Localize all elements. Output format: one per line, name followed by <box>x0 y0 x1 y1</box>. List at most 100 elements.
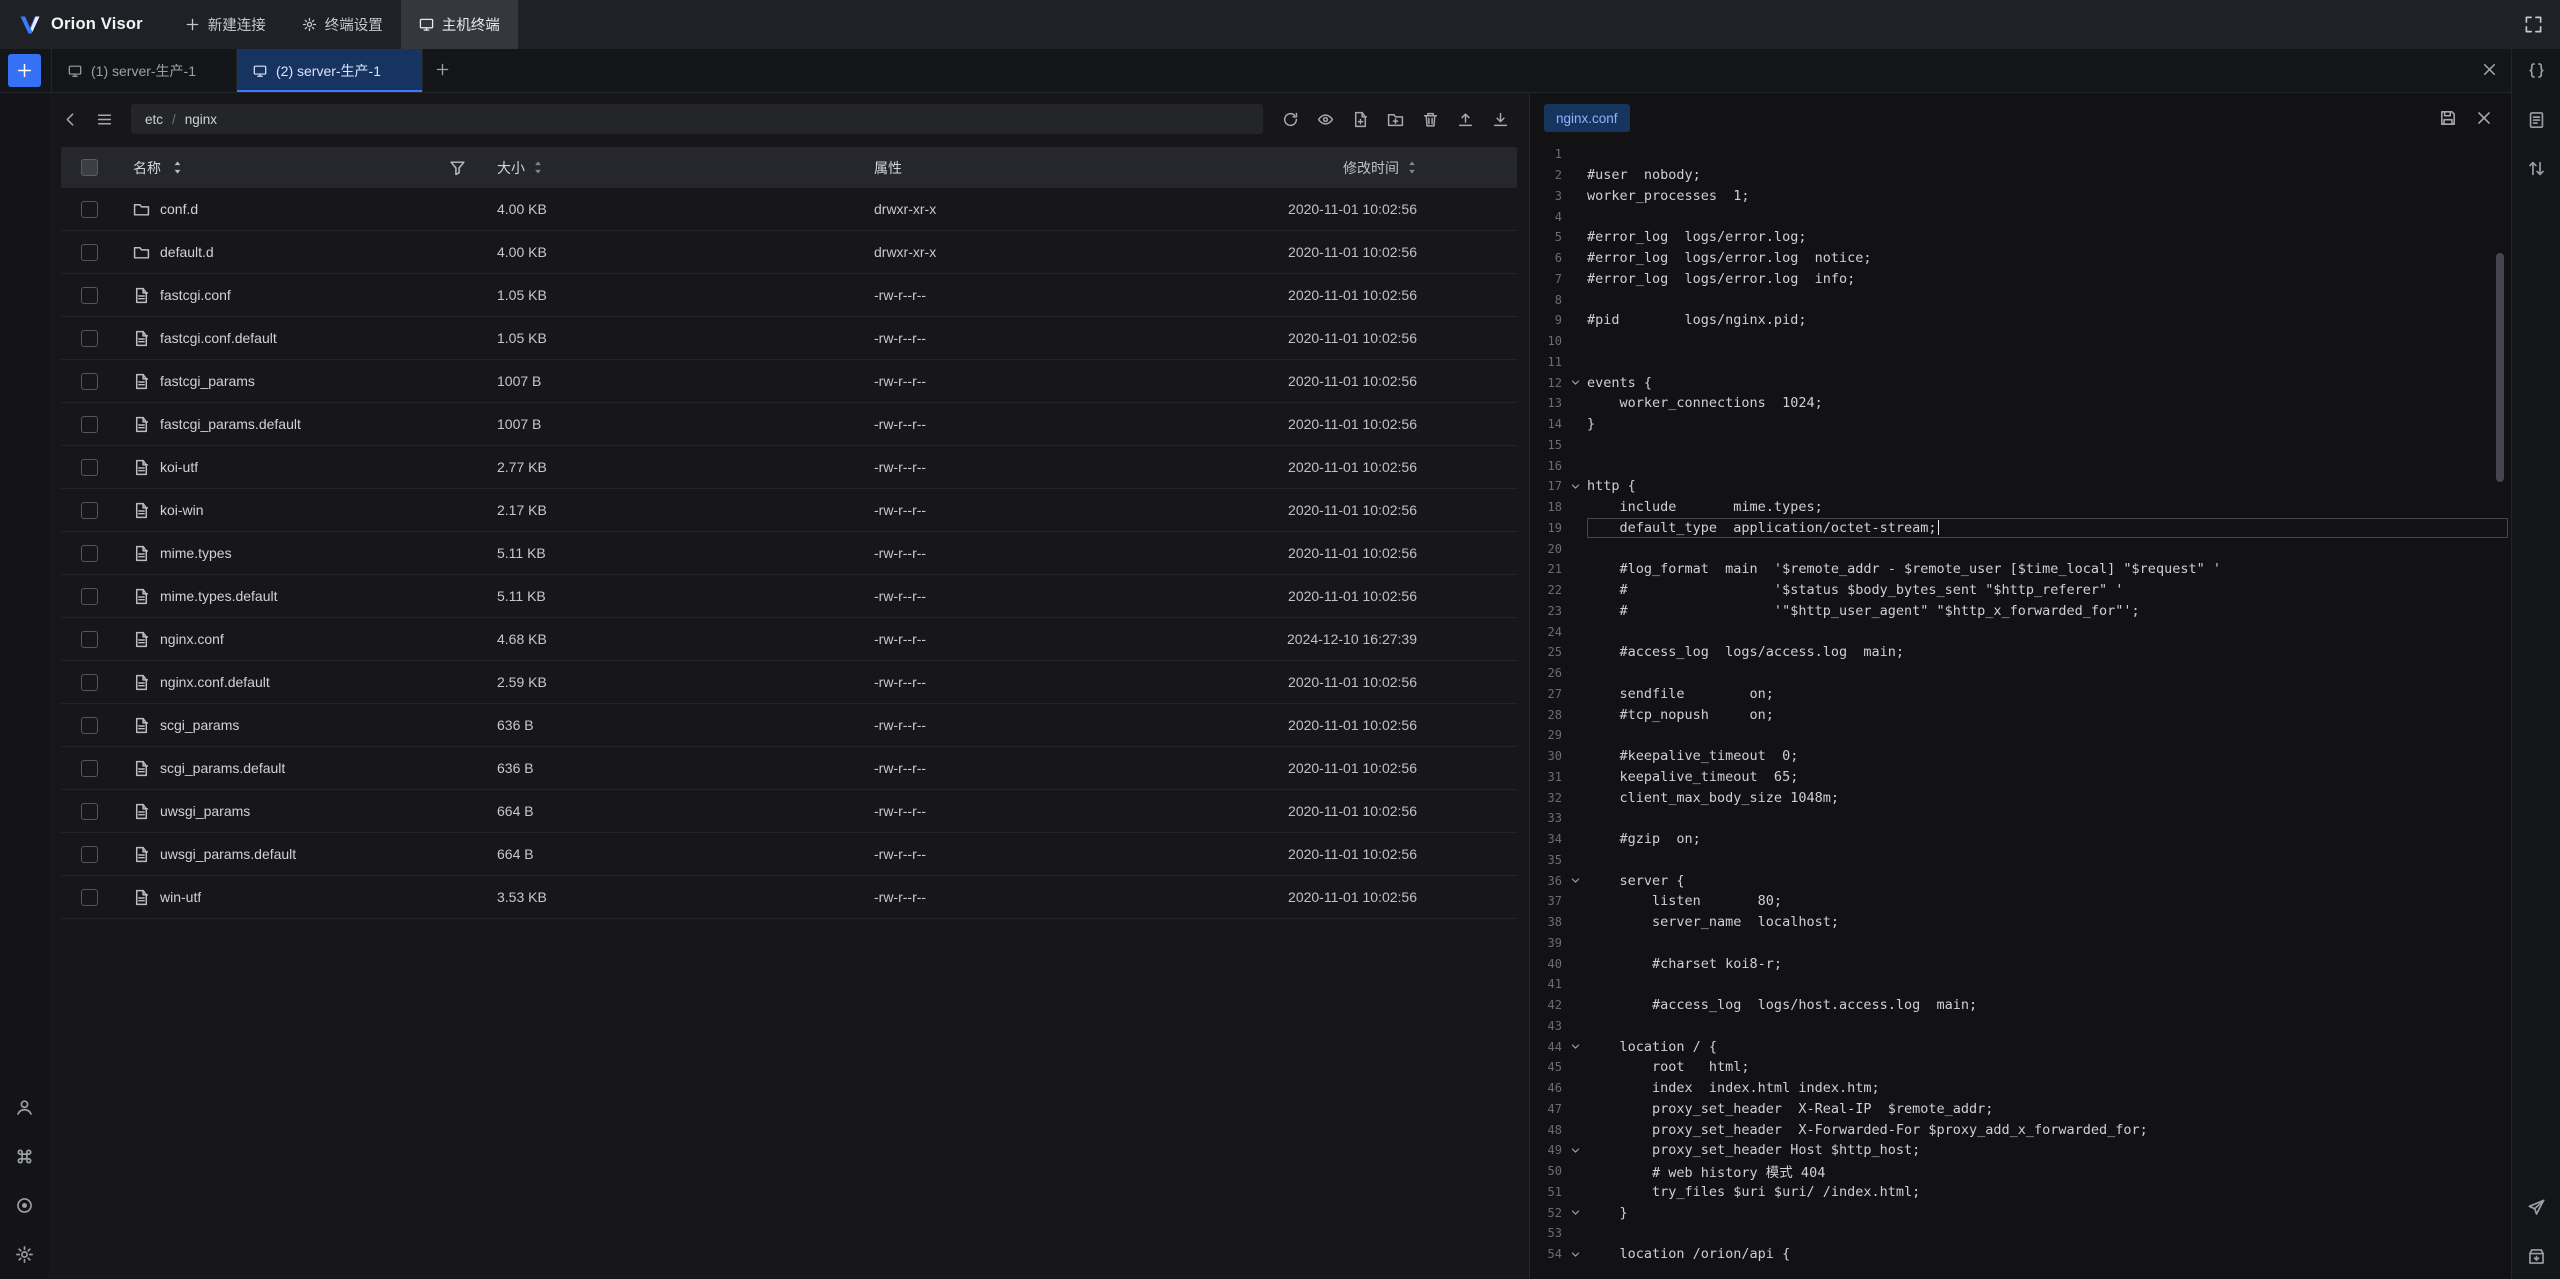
row-checkbox[interactable] <box>81 287 98 304</box>
send-button[interactable] <box>2526 1197 2546 1217</box>
file-row[interactable]: koi-utf2.77 KB-rw-r--r--2020-11-01 10:02… <box>61 446 1517 489</box>
code-line[interactable]: 36 server { <box>1530 870 2511 891</box>
code-line[interactable]: 11 <box>1530 352 2511 373</box>
code-line[interactable]: 44 location / { <box>1530 1036 2511 1057</box>
row-checkbox[interactable] <box>81 416 98 433</box>
code-line[interactable]: 37 listen 80; <box>1530 891 2511 912</box>
code-line[interactable]: 39 <box>1530 933 2511 954</box>
row-checkbox[interactable] <box>81 717 98 734</box>
code-line[interactable]: 18 include mime.types; <box>1530 497 2511 518</box>
code-line[interactable]: 43 <box>1530 1016 2511 1037</box>
nav-item-terminal-settings[interactable]: 终端设置 <box>284 0 401 49</box>
code-line[interactable]: 17http { <box>1530 476 2511 497</box>
close-all-tabs-button[interactable] <box>2481 61 2498 81</box>
code-line[interactable]: 27 sendfile on; <box>1530 684 2511 705</box>
code-line[interactable]: 50 # web history 模式 404 <box>1530 1161 2511 1182</box>
fold-chevron-icon[interactable] <box>1567 1206 1583 1220</box>
column-header-name[interactable]: 名称 <box>133 158 161 178</box>
snippets-button[interactable] <box>2526 60 2546 80</box>
fold-chevron-icon[interactable] <box>1567 376 1583 390</box>
code-line[interactable]: 26 <box>1530 663 2511 684</box>
sort-icon[interactable] <box>533 159 543 176</box>
file-row[interactable]: fastcgi_params.default1007 B-rw-r--r--20… <box>61 403 1517 446</box>
sort-icon[interactable] <box>1407 159 1417 176</box>
row-checkbox[interactable] <box>81 889 98 906</box>
code-line[interactable]: 21 #log_format main '$remote_addr - $rem… <box>1530 559 2511 580</box>
code-line[interactable]: 35 <box>1530 850 2511 871</box>
add-tab-button[interactable] <box>435 62 450 80</box>
code-line[interactable]: 47 proxy_set_header X-Real-IP $remote_ad… <box>1530 1099 2511 1120</box>
file-row[interactable]: koi-win2.17 KB-rw-r--r--2020-11-01 10:02… <box>61 489 1517 532</box>
code-line[interactable]: 1 <box>1530 144 2511 165</box>
code-line[interactable]: 7#error_log logs/error.log info; <box>1530 269 2511 290</box>
row-checkbox[interactable] <box>81 674 98 691</box>
code-line[interactable]: 25 #access_log logs/access.log main; <box>1530 642 2511 663</box>
code-line[interactable]: 41 <box>1530 974 2511 995</box>
back-button[interactable] <box>55 104 85 134</box>
file-row[interactable]: default.d4.00 KBdrwxr-xr-x2020-11-01 10:… <box>61 231 1517 274</box>
code-line[interactable]: 38 server_name localhost; <box>1530 912 2511 933</box>
code-line[interactable]: 53 <box>1530 1223 2511 1244</box>
download-button[interactable] <box>1485 104 1515 134</box>
breadcrumb-item[interactable]: nginx <box>185 112 217 127</box>
code-line[interactable]: 2#user nobody; <box>1530 165 2511 186</box>
code-line[interactable]: 5#error_log logs/error.log; <box>1530 227 2511 248</box>
file-row[interactable]: mime.types5.11 KB-rw-r--r--2020-11-01 10… <box>61 532 1517 575</box>
code-line[interactable]: 33 <box>1530 808 2511 829</box>
transfer-button[interactable] <box>2526 158 2546 178</box>
file-row[interactable]: scgi_params.default636 B-rw-r--r--2020-1… <box>61 747 1517 790</box>
row-checkbox[interactable] <box>81 545 98 562</box>
code-line[interactable]: 28 #tcp_nopush on; <box>1530 704 2511 725</box>
upload-button[interactable] <box>1450 104 1480 134</box>
row-checkbox[interactable] <box>81 588 98 605</box>
file-row[interactable]: fastcgi.conf1.05 KB-rw-r--r--2020-11-01 … <box>61 274 1517 317</box>
select-all-checkbox[interactable] <box>81 159 98 176</box>
code-line[interactable]: 34 #gzip on; <box>1530 829 2511 850</box>
row-checkbox[interactable] <box>81 201 98 218</box>
breadcrumb-item[interactable]: etc <box>145 112 163 127</box>
row-checkbox[interactable] <box>81 803 98 820</box>
code-line[interactable]: 31 keepalive_timeout 65; <box>1530 767 2511 788</box>
file-row[interactable]: fastcgi.conf.default1.05 KB-rw-r--r--202… <box>61 317 1517 360</box>
code-line[interactable]: 54 location /orion/api { <box>1530 1244 2511 1265</box>
new-terminal-button[interactable] <box>8 54 41 87</box>
code-line[interactable]: 14} <box>1530 414 2511 435</box>
delete-button[interactable] <box>1415 104 1445 134</box>
code-line[interactable]: 12events { <box>1530 372 2511 393</box>
code-line[interactable]: 45 root html; <box>1530 1057 2511 1078</box>
code-line[interactable]: 19 default_type application/octet-stream… <box>1530 518 2511 539</box>
file-row[interactable]: nginx.conf.default2.59 KB-rw-r--r--2020-… <box>61 661 1517 704</box>
file-row[interactable]: uwsgi_params664 B-rw-r--r--2020-11-01 10… <box>61 790 1517 833</box>
fold-chevron-icon[interactable] <box>1567 1247 1583 1261</box>
code-line[interactable]: 46 index index.html index.htm; <box>1530 1078 2511 1099</box>
filter-icon[interactable] <box>449 159 466 176</box>
fold-chevron-icon[interactable] <box>1567 1040 1583 1054</box>
package-button[interactable] <box>2526 1246 2546 1266</box>
code-line[interactable]: 4 <box>1530 206 2511 227</box>
breadcrumb[interactable]: etc/nginx <box>131 104 1263 134</box>
code-line[interactable]: 40 #charset koi8-r; <box>1530 953 2511 974</box>
sort-icon[interactable] <box>169 159 186 176</box>
code-line[interactable]: 24 <box>1530 621 2511 642</box>
row-checkbox[interactable] <box>81 502 98 519</box>
code-line[interactable]: 22 # '$status $body_bytes_sent "$http_re… <box>1530 580 2511 601</box>
file-row[interactable]: scgi_params636 B-rw-r--r--2020-11-01 10:… <box>61 704 1517 747</box>
nav-item-host-terminal[interactable]: 主机终端 <box>401 0 518 49</box>
row-checkbox[interactable] <box>81 330 98 347</box>
fold-chevron-icon[interactable] <box>1567 1143 1583 1157</box>
row-checkbox[interactable] <box>81 631 98 648</box>
file-row[interactable]: mime.types.default5.11 KB-rw-r--r--2020-… <box>61 575 1517 618</box>
code-line[interactable]: 32 client_max_body_size 1048m; <box>1530 787 2511 808</box>
theme-button[interactable] <box>15 1195 35 1215</box>
row-checkbox[interactable] <box>81 373 98 390</box>
code-line[interactable]: 13 worker_connections 1024; <box>1530 393 2511 414</box>
code-line[interactable]: 9#pid logs/nginx.pid; <box>1530 310 2511 331</box>
row-checkbox[interactable] <box>81 846 98 863</box>
row-checkbox[interactable] <box>81 244 98 261</box>
file-row[interactable]: nginx.conf4.68 KB-rw-r--r--2024-12-10 16… <box>61 618 1517 661</box>
list-view-button[interactable] <box>89 104 119 134</box>
file-row[interactable]: win-utf3.53 KB-rw-r--r--2020-11-01 10:02… <box>61 876 1517 919</box>
close-editor-button[interactable] <box>2471 105 2497 131</box>
code-line[interactable]: 20 <box>1530 538 2511 559</box>
code-line[interactable]: 8 <box>1530 289 2511 310</box>
